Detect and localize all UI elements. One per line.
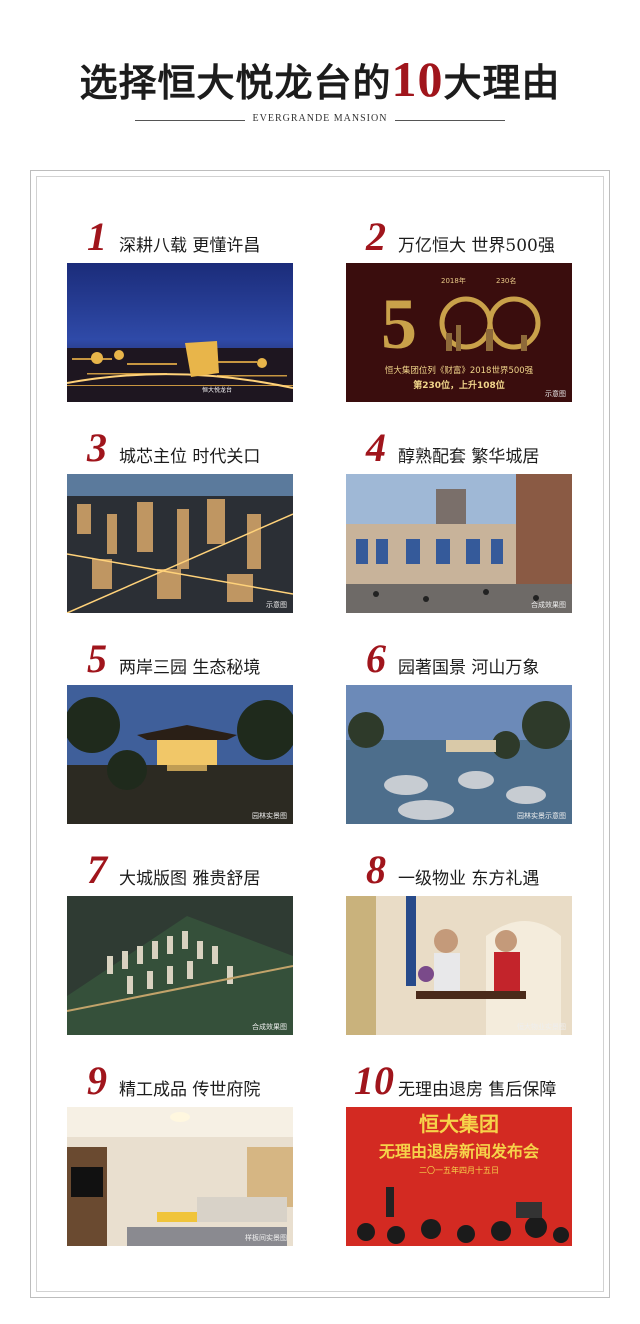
reason-number: 9 xyxy=(87,1058,107,1103)
reason-heading: 4 醇熟配套 繁华城居 xyxy=(346,425,606,472)
image-note: 样板间实景图 xyxy=(245,1235,287,1242)
reason-card-6: 6 园著国景 河山万象 园林实景示意图 xyxy=(346,636,572,824)
divider-right xyxy=(395,120,505,121)
reason-number: 2 xyxy=(366,214,386,259)
reason-heading: 6 园著国景 河山万象 xyxy=(346,636,606,683)
title-number: 10 xyxy=(391,51,444,107)
image-note: 示意图 xyxy=(545,391,566,398)
masterplan-aerial-render: 合成效果图 xyxy=(67,896,293,1035)
reason-caption: 大城版图 雅贵舒居 xyxy=(119,869,261,889)
pavilion-garden-photo: 园林实景图 xyxy=(67,685,293,824)
reason-heading: 5 两岸三园 生态秘境 xyxy=(67,636,327,683)
subtitle-row: EVERGRANDE MANSION xyxy=(135,113,505,127)
reason-number: 7 xyxy=(87,847,107,892)
overlay-rank: 230名 xyxy=(496,276,516,285)
reason-card-2: 2 万亿恒大 世界500强 5 2018年 230名 恒大集团位列《财富》201… xyxy=(346,214,572,402)
living-room-photo: 样板间实景图 xyxy=(67,1107,293,1246)
reason-heading: 9 精工成品 传世府院 xyxy=(67,1058,327,1105)
banner-line3: 二〇一五年四月十五日 xyxy=(419,1165,499,1175)
reason-heading: 8 一级物业 东方礼遇 xyxy=(346,847,606,894)
reason-number: 6 xyxy=(366,636,386,681)
fortune-500-graphic: 5 2018年 230名 恒大集团位列《财富》2018世界500强 第230位，… xyxy=(346,263,572,402)
reason-number: 4 xyxy=(366,425,386,470)
reason-caption: 城芯主位 时代关口 xyxy=(119,447,261,467)
overlay-year: 2018年 xyxy=(441,276,466,285)
overlay-line2: 第230位，上升108位 xyxy=(413,379,505,391)
reason-caption: 精工成品 传世府院 xyxy=(119,1080,261,1100)
reason-heading: 7 大城版图 雅贵舒居 xyxy=(67,847,327,894)
image-note: 合成效果图 xyxy=(252,1024,287,1031)
banner-line2: 无理由退房新闻发布会 xyxy=(378,1142,539,1161)
reason-card-5: 5 两岸三园 生态秘境 园林实景图 xyxy=(67,636,293,824)
reason-card-1: 1 深耕八载 更懂许昌 恒大悦龙台 xyxy=(67,214,293,402)
reason-heading: 2 万亿恒大 世界500强 xyxy=(346,214,606,261)
page-title: 选择恒大悦龙台的10大理由 xyxy=(0,50,640,108)
reason-number: 3 xyxy=(87,425,107,470)
reason-card-3: 3 城芯主位 时代关口 示意图 xyxy=(67,425,293,613)
reason-card-8: 8 一级物业 东方礼遇 恒大物业实景图 xyxy=(346,847,572,1035)
svg-text:5: 5 xyxy=(381,284,417,364)
title-pre: 选择恒大悦龙台的 xyxy=(79,60,392,105)
reason-card-7: 7 大城版图 雅贵舒居 合成效果图 xyxy=(67,847,293,1035)
reason-caption: 万亿恒大 世界500强 xyxy=(398,236,555,256)
reason-caption: 醇熟配套 繁华城居 xyxy=(398,447,540,467)
reason-number: 1 xyxy=(87,214,107,259)
image-note: 恒大物业实景图 xyxy=(517,1024,566,1031)
reason-caption: 无理由退房 售后保障 xyxy=(398,1080,557,1100)
reason-card-9: 9 精工成品 传世府院 样板间实景图 xyxy=(67,1058,293,1246)
title-post: 大理由 xyxy=(443,60,561,105)
reason-caption: 深耕八载 更懂许昌 xyxy=(119,236,261,256)
reason-heading: 1 深耕八载 更懂许昌 xyxy=(67,214,327,261)
press-conference-photo: 恒大集团 无理由退房新闻发布会 二〇一五年四月十五日 xyxy=(346,1107,572,1246)
aerial-city-photo: 示意图 xyxy=(67,474,293,613)
reason-heading: 3 城芯主位 时代关口 xyxy=(67,425,327,472)
reason-caption: 园著国景 河山万象 xyxy=(398,658,540,678)
reason-card-4: 4 醇熟配套 繁华城居 合成效果图 xyxy=(346,425,572,613)
banner-line1: 恒大集团 xyxy=(419,1112,499,1136)
overlay-line1: 恒大集团位列《财富》2018世界500强 xyxy=(385,365,534,376)
property-service-photo: 恒大物业实景图 xyxy=(346,896,572,1035)
reason-caption: 两岸三园 生态秘境 xyxy=(119,658,261,678)
image-note: 园林实景示意图 xyxy=(517,813,566,820)
reason-card-10: 10 无理由退房 售后保障 恒大集团 无理由退房新闻发布会 二〇一五年四月十五日 xyxy=(346,1058,572,1246)
night-city-logo-photo: 恒大悦龙台 xyxy=(67,263,293,402)
shopping-plaza-photo: 合成效果图 xyxy=(346,474,572,613)
reason-number: 8 xyxy=(366,847,386,892)
subtitle: EVERGRANDE MANSION xyxy=(252,113,388,124)
svg-text:恒大悦龙台: 恒大悦龙台 xyxy=(202,386,232,394)
reason-number: 5 xyxy=(87,636,107,681)
reason-caption: 一级物业 东方礼遇 xyxy=(398,869,540,889)
reason-number: 10 xyxy=(354,1058,394,1103)
image-note: 园林实景图 xyxy=(252,813,287,820)
rock-stream-garden-photo: 园林实景示意图 xyxy=(346,685,572,824)
image-note: 示意图 xyxy=(266,602,287,609)
image-note: 合成效果图 xyxy=(531,602,566,609)
reason-heading: 10 无理由退房 售后保障 xyxy=(346,1058,606,1105)
